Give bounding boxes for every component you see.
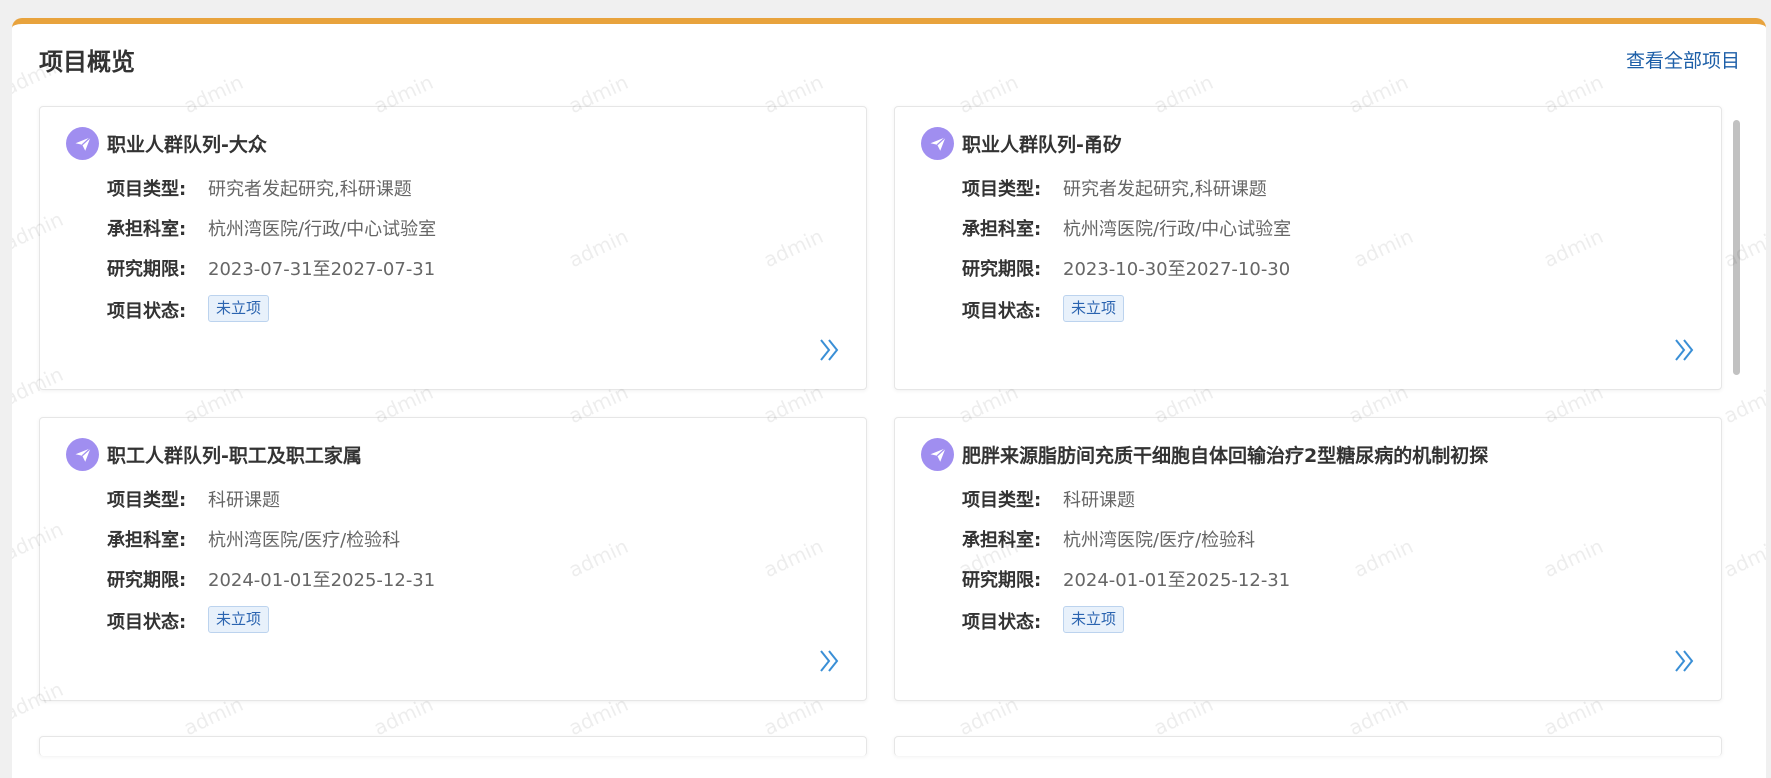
status-label: 项目状态:	[962, 612, 1042, 633]
status-badge: 未立项	[208, 295, 270, 322]
project-title: 职业人群队列-大众	[107, 134, 267, 156]
project-title: 肥胖来源脂肪间充质干细胞自体回输治疗2型糖尿病的机制初探	[962, 445, 1489, 467]
panel-title: 项目概览	[39, 48, 135, 76]
status-label: 项目状态:	[107, 612, 187, 633]
period-label: 研究期限:	[962, 259, 1042, 280]
watermark: admin	[1719, 533, 1766, 583]
department-value: 杭州湾医院/医疗/检验科	[1063, 530, 1256, 551]
status-badge: 未立项	[1063, 606, 1125, 633]
period-value: 2023-10-30至2027-10-30	[1063, 259, 1291, 280]
paper-plane-icon	[921, 127, 954, 160]
vertical-scrollbar[interactable]	[1733, 120, 1740, 375]
paper-plane-icon	[66, 438, 99, 471]
department-label: 承担科室:	[107, 530, 187, 551]
status-badge: 未立项	[208, 606, 270, 633]
department-value: 杭州湾医院/行政/中心试验室	[1063, 219, 1292, 240]
watermark: admin	[1719, 379, 1766, 429]
project-type-label: 项目类型:	[107, 490, 187, 511]
project-card[interactable]: 肥胖来源脂肪间充质干细胞自体回输治疗2型糖尿病的机制初探 项目类型: 科研课题 …	[894, 417, 1722, 701]
project-type-label: 项目类型:	[962, 179, 1042, 200]
double-chevron-right-icon[interactable]	[818, 648, 840, 674]
period-label: 研究期限:	[107, 259, 187, 280]
project-type-value: 科研课题	[208, 490, 280, 511]
project-type-value: 科研课题	[1063, 490, 1135, 511]
view-all-projects-link[interactable]: 查看全部项目	[1626, 46, 1740, 73]
period-value: 2024-01-01至2025-12-31	[208, 570, 436, 591]
project-type-value: 研究者发起研究,科研课题	[208, 179, 412, 200]
project-type-label: 项目类型:	[107, 179, 187, 200]
project-card-partial	[39, 736, 867, 756]
status-badge: 未立项	[1063, 295, 1125, 322]
department-value: 杭州湾医院/医疗/检验科	[208, 530, 401, 551]
department-value: 杭州湾医院/行政/中心试验室	[208, 219, 437, 240]
period-label: 研究期限:	[107, 570, 187, 591]
department-label: 承担科室:	[962, 219, 1042, 240]
department-label: 承担科室:	[962, 530, 1042, 551]
paper-plane-icon	[66, 127, 99, 160]
project-card[interactable]: 职业人群队列-大众 项目类型: 研究者发起研究,科研课题 承担科室: 杭州湾医院…	[39, 106, 867, 390]
period-value: 2023-07-31至2027-07-31	[208, 259, 436, 280]
double-chevron-right-icon[interactable]	[818, 337, 840, 363]
project-card[interactable]: 职工人群队列-职工及职工家属 项目类型: 科研课题 承担科室: 杭州湾医院/医疗…	[39, 417, 867, 701]
double-chevron-right-icon[interactable]	[1673, 337, 1695, 363]
project-title: 职业人群队列-甬矽	[962, 134, 1122, 156]
period-label: 研究期限:	[962, 570, 1042, 591]
project-overview-panel: 项目概览 查看全部项目 职业人群队列-大众 项目类型: 研究者发起研究,科研课题…	[12, 18, 1766, 778]
status-label: 项目状态:	[962, 301, 1042, 322]
project-card-partial	[894, 736, 1722, 756]
project-card[interactable]: 职业人群队列-甬矽 项目类型: 研究者发起研究,科研课题 承担科室: 杭州湾医院…	[894, 106, 1722, 390]
period-value: 2024-01-01至2025-12-31	[1063, 570, 1291, 591]
project-title: 职工人群队列-职工及职工家属	[107, 445, 362, 467]
double-chevron-right-icon[interactable]	[1673, 648, 1695, 674]
status-label: 项目状态:	[107, 301, 187, 322]
paper-plane-icon	[921, 438, 954, 471]
watermark: admin	[1719, 223, 1766, 273]
project-type-value: 研究者发起研究,科研课题	[1063, 179, 1267, 200]
department-label: 承担科室:	[107, 219, 187, 240]
project-type-label: 项目类型:	[962, 490, 1042, 511]
